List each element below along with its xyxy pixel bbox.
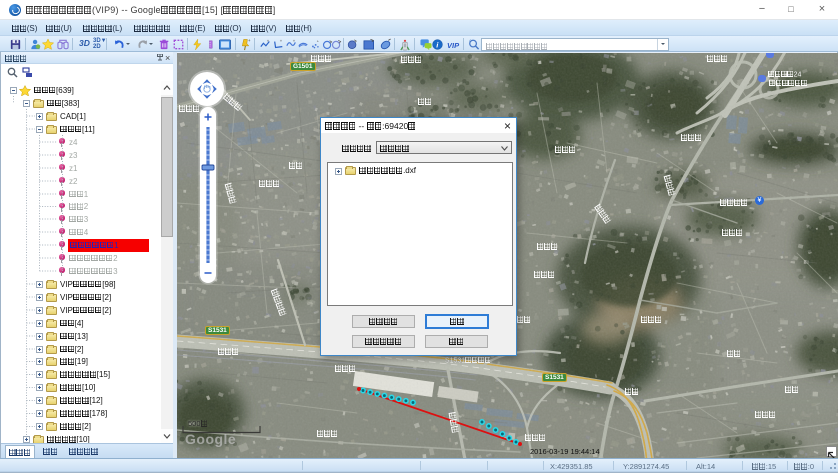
- svg-text:+: +: [317, 40, 320, 44]
- svg-text:+: +: [267, 38, 270, 43]
- svg-text:+: +: [280, 38, 283, 43]
- svg-text:+: +: [248, 38, 251, 43]
